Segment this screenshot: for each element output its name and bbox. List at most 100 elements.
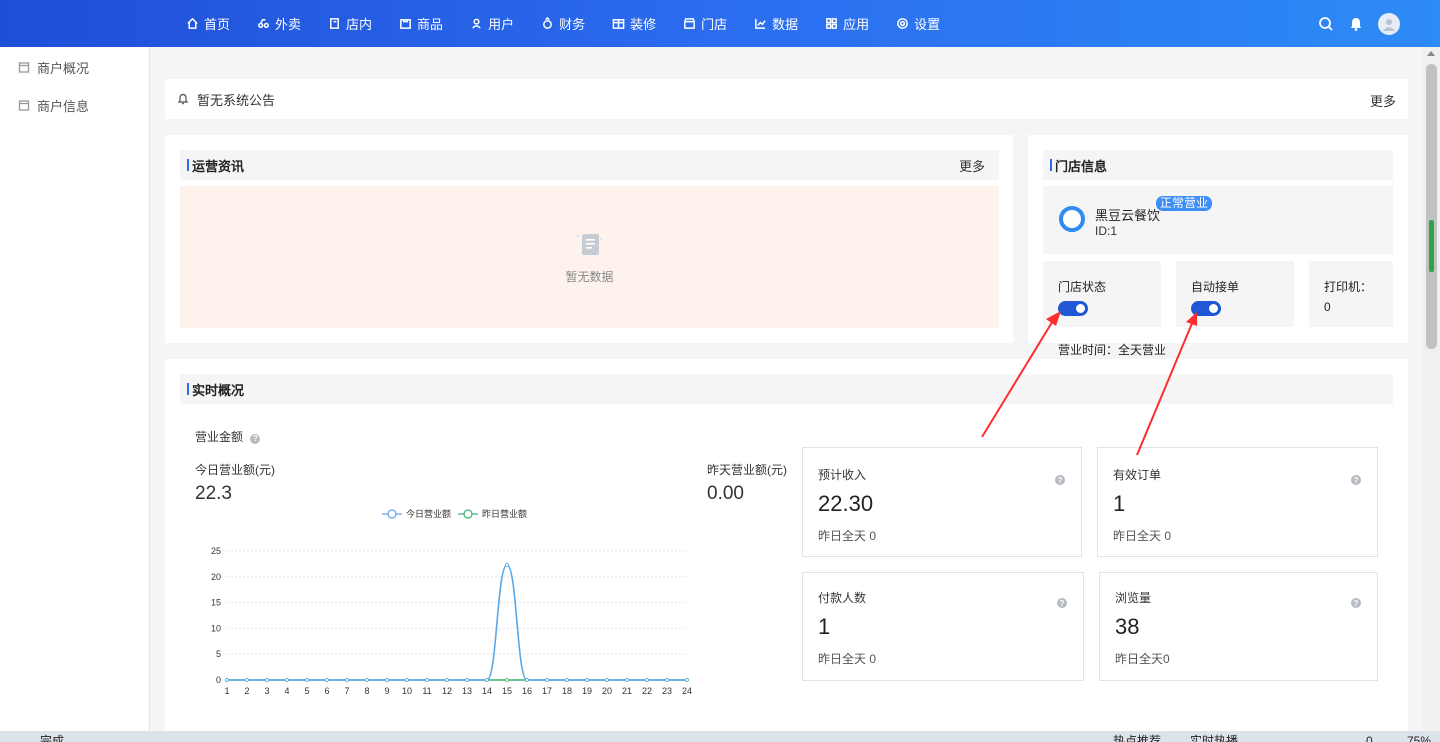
section-title: 实时概况 bbox=[192, 382, 245, 398]
help-icon[interactable]: ? bbox=[1055, 475, 1065, 485]
scrollbar-thumb[interactable] bbox=[1426, 64, 1437, 349]
chart-x-tick-label: 23 bbox=[662, 686, 672, 696]
nav-label: 数据 bbox=[772, 17, 799, 32]
printer-box: 打印机： 0 bbox=[1309, 261, 1393, 327]
nav-item-goods[interactable]: 商品 bbox=[398, 14, 443, 33]
page-scrollbar[interactable] bbox=[1423, 47, 1440, 731]
stat-title: 浏览量 bbox=[1115, 591, 1152, 605]
store-summary: 黑豆云餐饮 正常营业 ID:1 bbox=[1043, 186, 1393, 254]
empty-text: 暂无数据 bbox=[565, 269, 614, 284]
chart-data-point bbox=[585, 678, 589, 682]
revenue-line-chart: 05101520251 2 3 4 5 6 7 8 9 10 11 12 13 14 15 16 17 18 19 2… bbox=[211, 508, 692, 696]
dine-in-icon bbox=[327, 17, 341, 31]
system-notice-bar: 暂无系统公告 更多 bbox=[165, 79, 1408, 119]
help-icon[interactable]: ? bbox=[250, 433, 261, 444]
calendar-icon bbox=[18, 61, 30, 73]
chart-data-point bbox=[325, 678, 329, 682]
nav-item-user[interactable]: 用户 bbox=[469, 14, 514, 33]
chart-data-point bbox=[645, 678, 649, 682]
stat-card-views: 浏览量 38 昨日全天0 ? bbox=[1099, 572, 1378, 681]
live-hot-link[interactable]: 实时热播 bbox=[1190, 731, 1238, 742]
nav-item-decor[interactable]: 装修 bbox=[611, 14, 656, 33]
data-icon bbox=[753, 17, 767, 31]
revenue-label: 营业金额 ? bbox=[195, 428, 261, 445]
chart-x-tick-label: 17 bbox=[542, 686, 552, 696]
help-icon[interactable]: ? bbox=[1351, 598, 1361, 608]
yesterday-revenue-value: 0.00 bbox=[707, 483, 744, 504]
zoom-level[interactable]: 75% bbox=[1407, 731, 1431, 742]
chart-x-tick-label: 11 bbox=[422, 686, 431, 696]
decor-icon bbox=[611, 17, 625, 31]
chart-y-tick-label: 20 bbox=[211, 572, 221, 582]
nav-label: 门店 bbox=[701, 17, 728, 32]
legend-label: 今日营业额 bbox=[406, 508, 451, 519]
legend-label: 昨日营业额 bbox=[482, 508, 527, 519]
avatar[interactable] bbox=[1378, 12, 1400, 35]
status-count: 0 bbox=[1366, 734, 1373, 742]
sidebar-item-label: 商户概况 bbox=[37, 60, 90, 76]
sidebar-item-info[interactable]: 商户信息 bbox=[0, 86, 149, 124]
chart-x-tick-label: 1 bbox=[224, 686, 229, 696]
printer-label: 打印机： bbox=[1324, 280, 1373, 294]
chart-x-tick-label: 24 bbox=[682, 686, 692, 696]
chart-x-tick-label: 16 bbox=[522, 686, 532, 696]
today-revenue-label: 今日营业额(元) bbox=[195, 463, 275, 477]
stat-title: 有效订单 bbox=[1113, 468, 1162, 482]
store-id: ID:1 bbox=[1095, 224, 1118, 238]
stat-sub: 昨日全天0 bbox=[1115, 652, 1170, 666]
legend-swatch-marker bbox=[387, 509, 397, 519]
nav-item-home[interactable]: 首页 bbox=[185, 14, 230, 33]
chart-series-line bbox=[226, 564, 687, 681]
store-status-toggle[interactable] bbox=[1058, 301, 1088, 316]
settings-icon bbox=[895, 17, 909, 31]
chart-data-point bbox=[505, 678, 509, 682]
nav-item-dine-in[interactable]: 店内 bbox=[327, 14, 372, 33]
bell-icon bbox=[177, 93, 189, 105]
nav-label: 装修 bbox=[630, 17, 657, 32]
chart-x-tick-label: 14 bbox=[482, 686, 492, 696]
chart-x-tick-label: 18 bbox=[562, 686, 572, 696]
chart-x-tick-label: 20 bbox=[602, 686, 612, 696]
ops-more-link[interactable]: 更多 bbox=[959, 156, 985, 175]
nav-item-store[interactable]: 门店 bbox=[682, 14, 727, 33]
chart-data-point bbox=[265, 678, 269, 682]
bell-icon[interactable] bbox=[1348, 16, 1364, 32]
chart-data-point bbox=[665, 678, 669, 682]
user-icon bbox=[469, 17, 483, 31]
chart-data-point bbox=[405, 678, 409, 682]
chart-data-point bbox=[445, 678, 449, 682]
auto-accept-toggle[interactable] bbox=[1191, 301, 1221, 316]
sidebar-item-overview[interactable]: 商户概况 bbox=[0, 48, 149, 86]
nav-item-takeout[interactable]: 外卖 bbox=[256, 14, 301, 33]
help-icon[interactable]: ? bbox=[1351, 475, 1361, 485]
legend-swatch-marker bbox=[463, 509, 473, 519]
hot-recommend-link[interactable]: 热点推荐 bbox=[1113, 731, 1161, 742]
takeout-icon bbox=[256, 17, 270, 31]
scrollbar-grip bbox=[1429, 220, 1434, 272]
notice-more-link[interactable]: 更多 bbox=[1370, 91, 1396, 110]
chart-data-point bbox=[285, 678, 289, 682]
nav-item-apps[interactable]: 应用 bbox=[824, 14, 869, 33]
nav-item-finance[interactable]: 财务 bbox=[540, 14, 585, 33]
chart-data-point bbox=[505, 563, 509, 567]
top-nav-bar: 首页 外卖 店内 商品 用户 财务 装修 门店 数据 应用 设置 bbox=[0, 0, 1440, 47]
chart-x-tick-label: 9 bbox=[384, 686, 389, 696]
chart-x-tick-label: 6 bbox=[324, 686, 329, 696]
chart-data-point bbox=[365, 678, 369, 682]
calendar-icon bbox=[18, 99, 30, 111]
auto-accept-label: 自动接单 bbox=[1191, 280, 1240, 294]
stat-sub: 昨日全天 0 bbox=[1113, 529, 1172, 543]
nav-label: 用户 bbox=[488, 17, 515, 32]
nav-item-data[interactable]: 数据 bbox=[753, 14, 798, 33]
scroll-up-icon[interactable] bbox=[1427, 51, 1435, 56]
section-title: 门店信息 bbox=[1055, 158, 1108, 174]
sidebar-item-label: 商户信息 bbox=[37, 98, 90, 114]
chart-data-point bbox=[685, 678, 689, 682]
top-right-tools bbox=[1304, 0, 1400, 47]
help-icon[interactable]: ? bbox=[1057, 598, 1067, 608]
chart-data-point bbox=[345, 678, 349, 682]
yesterday-revenue-label: 昨天营业额(元) bbox=[707, 463, 787, 477]
search-icon[interactable] bbox=[1318, 16, 1334, 32]
nav-item-settings[interactable]: 设置 bbox=[895, 14, 940, 33]
browser-status-bar: 完成 热点推荐 实时热播 0 75% bbox=[0, 731, 1440, 742]
